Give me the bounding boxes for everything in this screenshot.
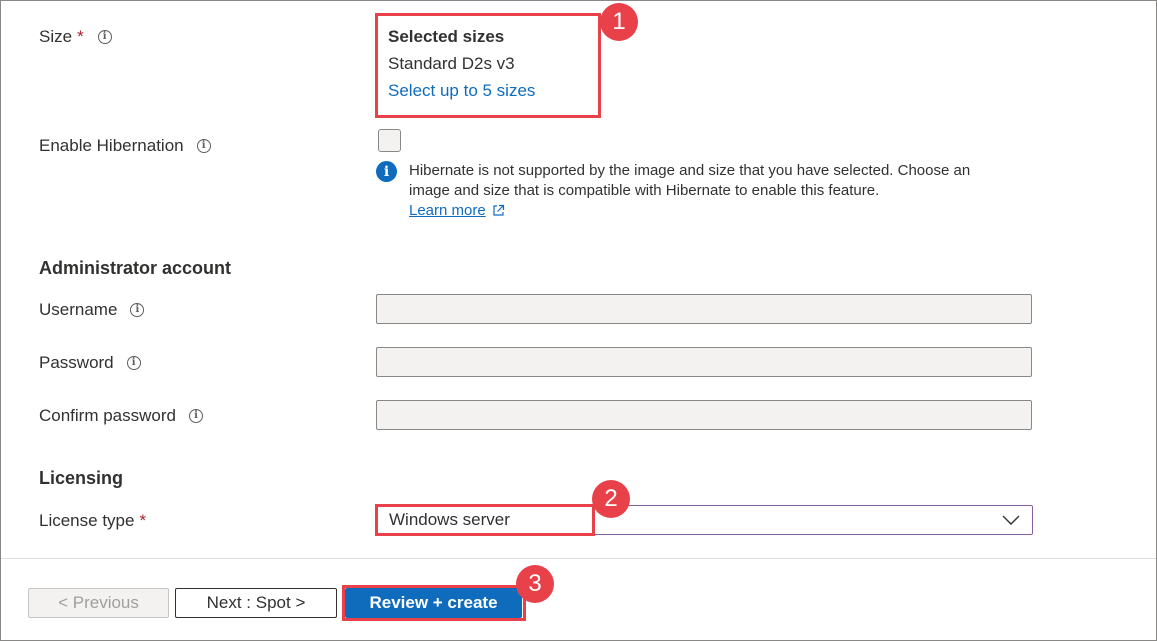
password-label-row: Password i <box>39 353 141 373</box>
info-filled-icon: i <box>376 161 397 182</box>
password-label: Password <box>39 353 114 372</box>
confirm-password-label-row: Confirm password i <box>39 406 203 426</box>
hibernation-info-line1: Hibernate is not supported by the image … <box>409 162 971 179</box>
callout-badge-1: 1 <box>600 3 638 41</box>
confirm-password-label: Confirm password <box>39 406 176 425</box>
hibernation-label: Enable Hibernation <box>39 136 184 155</box>
required-mark: * <box>139 511 147 530</box>
username-input[interactable] <box>376 294 1032 324</box>
info-circle-icon[interactable]: i <box>196 139 211 153</box>
info-circle-icon[interactable]: i <box>130 303 145 317</box>
external-link-icon <box>493 204 504 216</box>
info-circle-icon[interactable]: i <box>189 409 203 423</box>
hibernation-info-line2: image and size that is compatible with H… <box>409 182 880 199</box>
size-label: Size <box>39 27 73 46</box>
callout-badge-3: 3 <box>516 565 554 603</box>
admin-account-heading: Administrator account <box>39 258 232 278</box>
callout-box-1 <box>375 13 601 118</box>
license-type-label-row: License type * <box>39 511 146 531</box>
info-circle-icon[interactable]: i <box>126 356 141 370</box>
hibernation-checkbox[interactable] <box>378 129 401 152</box>
licensing-heading: Licensing <box>39 468 124 488</box>
license-type-label: License type <box>39 511 135 530</box>
confirm-password-input[interactable] <box>376 400 1032 430</box>
info-circle-icon[interactable]: i <box>97 30 112 44</box>
chevron-down-icon <box>1002 515 1020 525</box>
callout-badge-2: 2 <box>592 480 630 518</box>
footer-divider <box>1 558 1156 559</box>
callout-box-3 <box>342 585 526 621</box>
previous-button[interactable]: < Previous <box>28 588 169 618</box>
next-spot-button[interactable]: Next : Spot > <box>175 588 337 618</box>
username-label-row: Username i <box>39 300 145 320</box>
learn-more-row: Learn more <box>409 202 505 219</box>
required-mark: * <box>77 27 84 46</box>
hibernation-info-message: Hibernate is not supported by the image … <box>409 161 970 201</box>
hibernation-label-row: Enable Hibernation i <box>39 136 211 156</box>
callout-box-2 <box>375 504 595 536</box>
size-label-row: Size * i <box>39 27 112 47</box>
password-input[interactable] <box>376 347 1032 377</box>
learn-more-link[interactable]: Learn more <box>409 202 486 219</box>
username-label: Username <box>39 300 118 319</box>
